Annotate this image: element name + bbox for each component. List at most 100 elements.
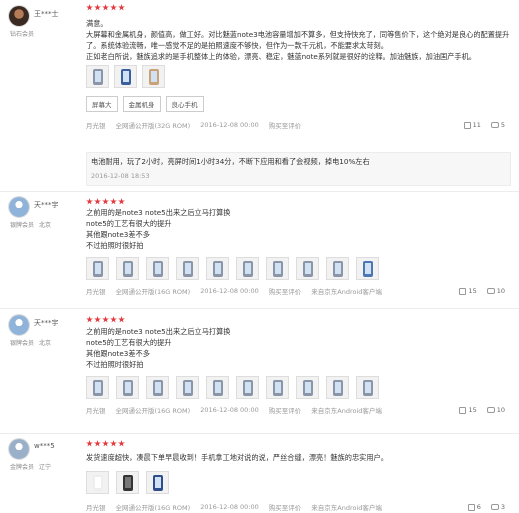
photo-thumbnail[interactable] <box>236 376 259 399</box>
photo-thumbnail[interactable] <box>142 65 165 88</box>
review-actions: 15 10 <box>459 287 505 295</box>
product-color: 月光银 <box>86 504 106 512</box>
review-text: 大屏幕和金属机身，颜值高，做工好。对比魅蓝note3电池容量增加不算多，但支持快… <box>86 30 510 50</box>
photo-thumbnail[interactable] <box>116 471 139 494</box>
thumbs-up-icon <box>463 121 471 129</box>
tag[interactable]: 金属机身 <box>122 96 161 112</box>
star-rating <box>86 316 511 324</box>
star-icon <box>86 440 93 447</box>
comment-button[interactable]: 10 <box>486 406 505 414</box>
photo-thumbnail[interactable] <box>116 376 139 399</box>
photo-thumbnail[interactable] <box>116 257 139 280</box>
photo-list <box>86 471 511 494</box>
comment-button[interactable]: 3 <box>490 503 505 511</box>
avatar[interactable] <box>8 196 30 218</box>
review-text: 满意。 <box>86 19 108 28</box>
like-button[interactable]: 15 <box>459 406 477 414</box>
photo-thumbnail[interactable] <box>146 257 169 280</box>
member-level: 银牌会员 北京 <box>10 340 52 347</box>
photo-thumbnail[interactable] <box>296 376 319 399</box>
star-icon <box>86 4 93 11</box>
product-version: 全网通公开版(16G ROM) <box>115 504 191 512</box>
purchase-note: 购买至评价 <box>268 288 302 296</box>
client-source: 来自京东Android客户端 <box>311 288 382 296</box>
tag[interactable]: 屏幕大 <box>86 96 118 112</box>
photo-thumbnail[interactable] <box>86 376 109 399</box>
photo-thumbnail[interactable] <box>356 376 379 399</box>
star-icon <box>86 316 93 323</box>
tag[interactable]: 良心手机 <box>165 96 204 112</box>
photo-thumbnail[interactable] <box>86 471 109 494</box>
photo-thumbnail[interactable] <box>146 376 169 399</box>
photo-thumbnail[interactable] <box>266 376 289 399</box>
username[interactable]: 天***宇 <box>34 200 59 210</box>
review-text: 其他跟note3差不多 <box>86 230 150 239</box>
like-button[interactable]: 15 <box>459 287 477 295</box>
star-icon <box>118 316 125 323</box>
review-body: 发货速度超快，凑晨下单早晨收到！手机拿工地对说的说，严丝合缝，漂亮！魅族的忠实用… <box>86 440 511 512</box>
review-actions: 15 10 <box>459 406 505 414</box>
star-icon <box>110 440 117 447</box>
photo-thumbnail[interactable] <box>206 376 229 399</box>
photo-thumbnail[interactable] <box>266 257 289 280</box>
photo-thumbnail[interactable] <box>206 257 229 280</box>
client-source: 来自京东Android客户端 <box>311 407 382 415</box>
photo-thumbnail[interactable] <box>114 65 137 88</box>
star-icon <box>94 316 101 323</box>
photo-thumbnail[interactable] <box>326 376 349 399</box>
photo-thumbnail[interactable] <box>176 257 199 280</box>
avatar[interactable] <box>8 314 30 336</box>
client-source: 来自京东Android客户端 <box>311 504 382 512</box>
star-icon <box>118 4 125 11</box>
review-text: 不过拍照时很好拍 <box>86 241 144 250</box>
username[interactable]: w***5 <box>34 442 55 450</box>
reviewer-info: 王***士 钻石会员 <box>8 5 82 38</box>
followup-date: 2016-12-08 18:53 <box>91 172 150 180</box>
thumbs-up-icon <box>467 503 475 511</box>
review-body: 满意。 大屏幕和金属机身，颜值高，做工好。对比魅蓝note3电池容量增加不算多，… <box>86 4 511 130</box>
star-rating <box>86 440 511 448</box>
avatar[interactable] <box>8 5 30 27</box>
review-text: note5的工艺有很大的提升 <box>86 338 172 347</box>
photo-thumbnail[interactable] <box>146 471 169 494</box>
like-button[interactable]: 11 <box>463 121 481 129</box>
comment-button[interactable]: 5 <box>490 121 505 129</box>
star-icon <box>118 198 125 205</box>
divider <box>0 191 519 192</box>
photo-thumbnail[interactable] <box>356 257 379 280</box>
review-meta: 月光银 全网通公开版(16G ROM) 2016-12-08 00:00 购买至… <box>86 405 511 415</box>
review-text: note5的工艺有很大的提升 <box>86 219 172 228</box>
username[interactable]: 王***士 <box>34 9 59 19</box>
avatar[interactable] <box>8 438 30 460</box>
review-text: 其他跟note3差不多 <box>86 349 150 358</box>
photo-thumbnail[interactable] <box>326 257 349 280</box>
divider <box>0 433 519 434</box>
photo-thumbnail[interactable] <box>86 257 109 280</box>
reviewer-info: 天***宇 银牌会员 北京 <box>8 196 82 229</box>
thumbs-up-icon <box>459 287 467 295</box>
photo-list <box>86 65 511 88</box>
product-version: 全网通公开版(16G ROM) <box>115 407 191 415</box>
photo-thumbnail[interactable] <box>176 376 199 399</box>
username[interactable]: 天***宇 <box>34 318 59 328</box>
reviewer-info: 天***宇 银牌会员 北京 <box>8 314 82 347</box>
review-text: 之前用的是note3 note5出来之后立马打算换 <box>86 327 231 336</box>
product-color: 月光银 <box>86 288 106 296</box>
star-icon <box>110 4 117 11</box>
review-text: 不过拍照时很好拍 <box>86 360 144 369</box>
comment-button[interactable]: 10 <box>486 287 505 295</box>
product-color: 月光银 <box>86 407 106 415</box>
review-meta: 月光银 全网通公开版(16G ROM) 2016-12-08 00:00 购买至… <box>86 286 511 296</box>
photo-thumbnail[interactable] <box>236 257 259 280</box>
photo-thumbnail[interactable] <box>296 257 319 280</box>
comment-icon <box>490 122 499 128</box>
product-version: 全网通公开版(16G ROM) <box>115 288 191 296</box>
member-level: 银牌会员 北京 <box>10 222 52 229</box>
member-level: 钻石会员 <box>10 31 35 38</box>
star-icon <box>110 198 117 205</box>
like-button[interactable]: 6 <box>467 503 481 511</box>
star-icon <box>110 316 117 323</box>
followup-text: 电池耐用，玩了2小时，亮屏时间1小时34分，不断下应用和看了会视频，掉电10%左… <box>91 157 370 166</box>
photo-thumbnail[interactable] <box>86 65 109 88</box>
product-color: 月光银 <box>86 122 106 130</box>
